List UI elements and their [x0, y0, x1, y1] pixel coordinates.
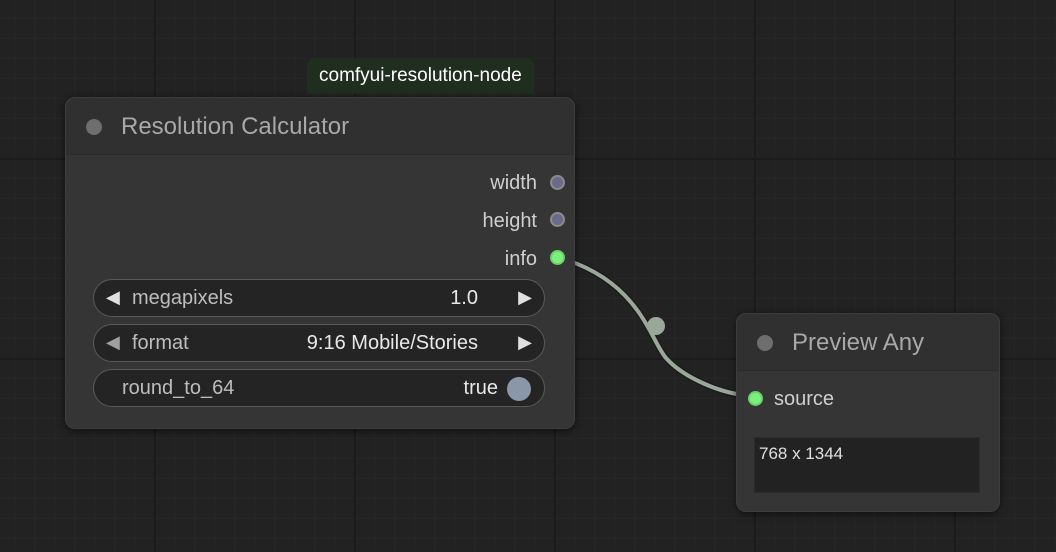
next-arrow-icon[interactable]: ▶ — [518, 332, 532, 353]
toggle-knob-icon[interactable] — [507, 377, 531, 401]
previous-arrow-icon[interactable]: ◀ — [106, 332, 120, 353]
format-widget[interactable]: ◀ format 9:16 Mobile/Stories ▶ — [93, 324, 545, 362]
output-label-width: width — [490, 172, 537, 194]
widget-value: 1.0 — [450, 287, 478, 309]
node-title: Resolution Calculator — [121, 113, 350, 140]
input-slot-source[interactable] — [748, 391, 763, 406]
preview-any-node[interactable]: Preview Any source 768 x 1344 — [736, 313, 1000, 512]
resolution-calculator-node[interactable]: Resolution Calculator width height info … — [65, 97, 575, 429]
output-slot-width[interactable] — [550, 175, 565, 190]
decrement-arrow-icon[interactable]: ◀ — [106, 287, 120, 308]
toggle-value: true — [463, 377, 498, 399]
node-title-bar[interactable]: Preview Any — [737, 314, 999, 371]
widget-label: round_to_64 — [122, 377, 235, 399]
collapse-dot-icon[interactable] — [86, 119, 102, 135]
preview-output-text: 768 x 1344 — [754, 437, 980, 493]
node-source-badge: comfyui-resolution-node — [307, 58, 534, 94]
widget-label: format — [132, 332, 189, 354]
output-label-info: info — [504, 248, 537, 270]
increment-arrow-icon[interactable]: ▶ — [518, 287, 532, 308]
node-graph-canvas[interactable]: comfyui-resolution-node Resolution Calcu… — [0, 0, 1056, 552]
output-label-height: height — [482, 210, 538, 232]
megapixels-widget[interactable]: ◀ megapixels 1.0 ▶ — [93, 279, 545, 317]
widget-label: megapixels — [132, 287, 234, 309]
node-title: Preview Any — [792, 329, 925, 356]
collapse-dot-icon[interactable] — [757, 335, 773, 351]
output-slot-height[interactable] — [550, 212, 565, 227]
round-to-64-toggle[interactable]: round_to_64 true — [93, 369, 545, 407]
node-title-bar[interactable]: Resolution Calculator — [66, 98, 574, 155]
widget-value: 9:16 Mobile/Stories — [306, 332, 478, 354]
link-midpoint-handle[interactable] — [647, 317, 665, 335]
output-slot-info[interactable] — [550, 250, 565, 265]
input-label-source: source — [774, 388, 835, 410]
